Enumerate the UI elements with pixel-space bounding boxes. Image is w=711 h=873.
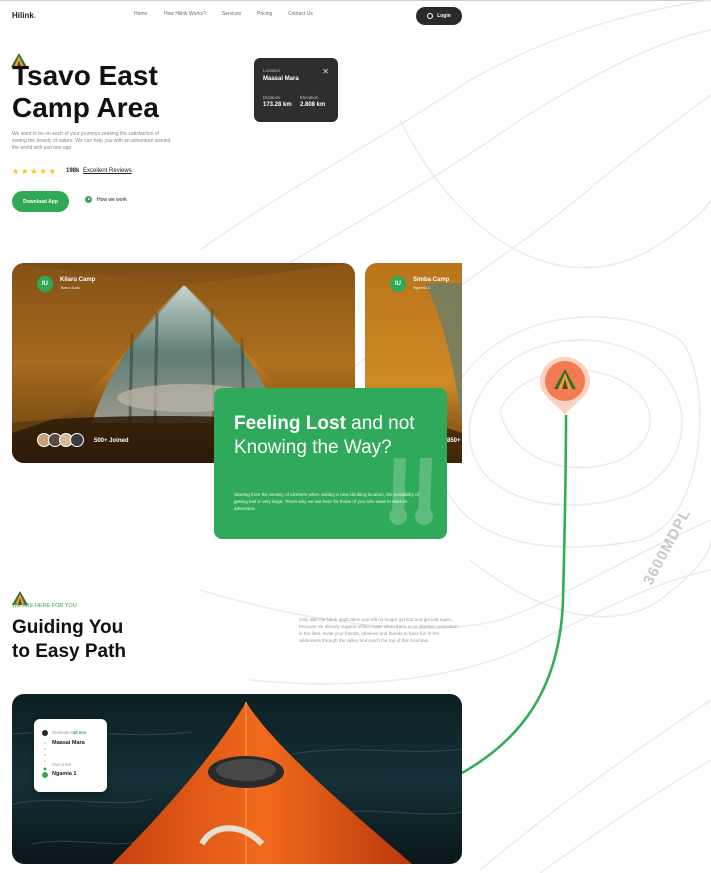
user-icon xyxy=(427,13,434,19)
nav-item-services[interactable]: Services xyxy=(222,11,241,17)
camp-title: Kilaru Camp xyxy=(60,277,96,283)
location-label: Location xyxy=(263,68,281,73)
how-we-work-label: How we work xyxy=(97,196,127,203)
camp-map-icon: IU xyxy=(37,276,53,292)
nav-item-home[interactable]: Home xyxy=(134,11,147,17)
quote-mark-decoration xyxy=(389,458,433,525)
guide-title-line1: Guiding You xyxy=(12,617,124,638)
review-count: 198k xyxy=(66,168,80,174)
start-label: Start track xyxy=(52,762,72,767)
camp-subtitle: Tsavo East xyxy=(60,285,80,290)
hero-description: We want to be on each of your journeys s… xyxy=(12,131,171,151)
nav-item-how-it-works[interactable]: How Hilink Works? xyxy=(164,11,206,17)
duration-value: 48 min xyxy=(72,730,87,735)
destination-label: Destination48 min xyxy=(52,730,86,735)
feature-title: Feeling Lost and not Knowing the Way? xyxy=(234,412,434,460)
route-progress-icon xyxy=(42,730,48,778)
hero-title: Tsavo East Camp Area xyxy=(12,60,252,124)
camp-title: Simba Camp xyxy=(413,277,450,283)
section-kicker: WE ARE HERE FOR YOU xyxy=(12,603,77,609)
nav-item-pricing[interactable]: Pricing xyxy=(257,11,272,17)
camp-map-icon: IU xyxy=(390,276,406,292)
play-icon xyxy=(85,196,92,203)
how-we-work-button[interactable]: How we work xyxy=(85,196,127,203)
distance-label: Distance xyxy=(263,95,281,100)
hero-title-line2: Camp Area xyxy=(12,92,159,123)
elevation-label: Elevation xyxy=(300,95,319,100)
elevation-value: 2.808 km xyxy=(300,102,326,108)
guide-title-line2: to Easy Path xyxy=(12,641,127,662)
feature-body: Starting from the anxiety of climbers wh… xyxy=(234,492,419,511)
map-pin-icon[interactable] xyxy=(538,355,592,417)
joined-avatars xyxy=(37,433,84,447)
reviews-summary: 198k Excellent Reviews xyxy=(66,168,132,174)
nav-item-contact[interactable]: Contact Us xyxy=(288,11,313,17)
login-button[interactable]: Login xyxy=(416,7,462,25)
guide-title: Guiding You to Easy Path xyxy=(12,616,212,664)
main-nav: Home How Hilink Works? Services Pricing … xyxy=(0,11,462,21)
landing-page: 3600MDPL Hilink. Home How Hilink Works? … xyxy=(0,0,711,873)
destination-value: Maasai Mara xyxy=(52,740,85,746)
rating-stars: ★★★★★ xyxy=(12,167,58,176)
destination-label-text: Destination xyxy=(52,730,73,735)
distance-value: 173.28 km xyxy=(263,102,292,108)
reviews-link[interactable]: Excellent Reviews xyxy=(83,168,132,174)
location-value: Maasai Mara xyxy=(263,76,299,82)
download-app-button[interactable]: Download App xyxy=(12,191,69,212)
login-label: Login xyxy=(437,13,451,19)
camp-subtitle: Ngamia 1 xyxy=(413,285,431,290)
avatar xyxy=(70,433,84,447)
feature-title-bold: Feeling Lost xyxy=(234,413,346,434)
close-icon[interactable]: ✕ xyxy=(322,67,329,76)
joined-count: 850+ xyxy=(447,438,461,444)
route-path xyxy=(461,414,568,775)
hero-title-line1: Tsavo East xyxy=(12,60,158,91)
guide-description: Only with the hilink application you wil… xyxy=(299,617,458,643)
location-card: Location Maasai Mara ✕ Distance 173.28 k… xyxy=(254,58,338,122)
route-card: Destination48 min Maasai Mara Start trac… xyxy=(34,719,107,792)
start-value: Ngamia 1 xyxy=(52,771,77,777)
joined-count: 500+ Joined xyxy=(94,438,129,444)
feeling-lost-card: Feeling Lost and not Knowing the Way? St… xyxy=(214,388,447,539)
